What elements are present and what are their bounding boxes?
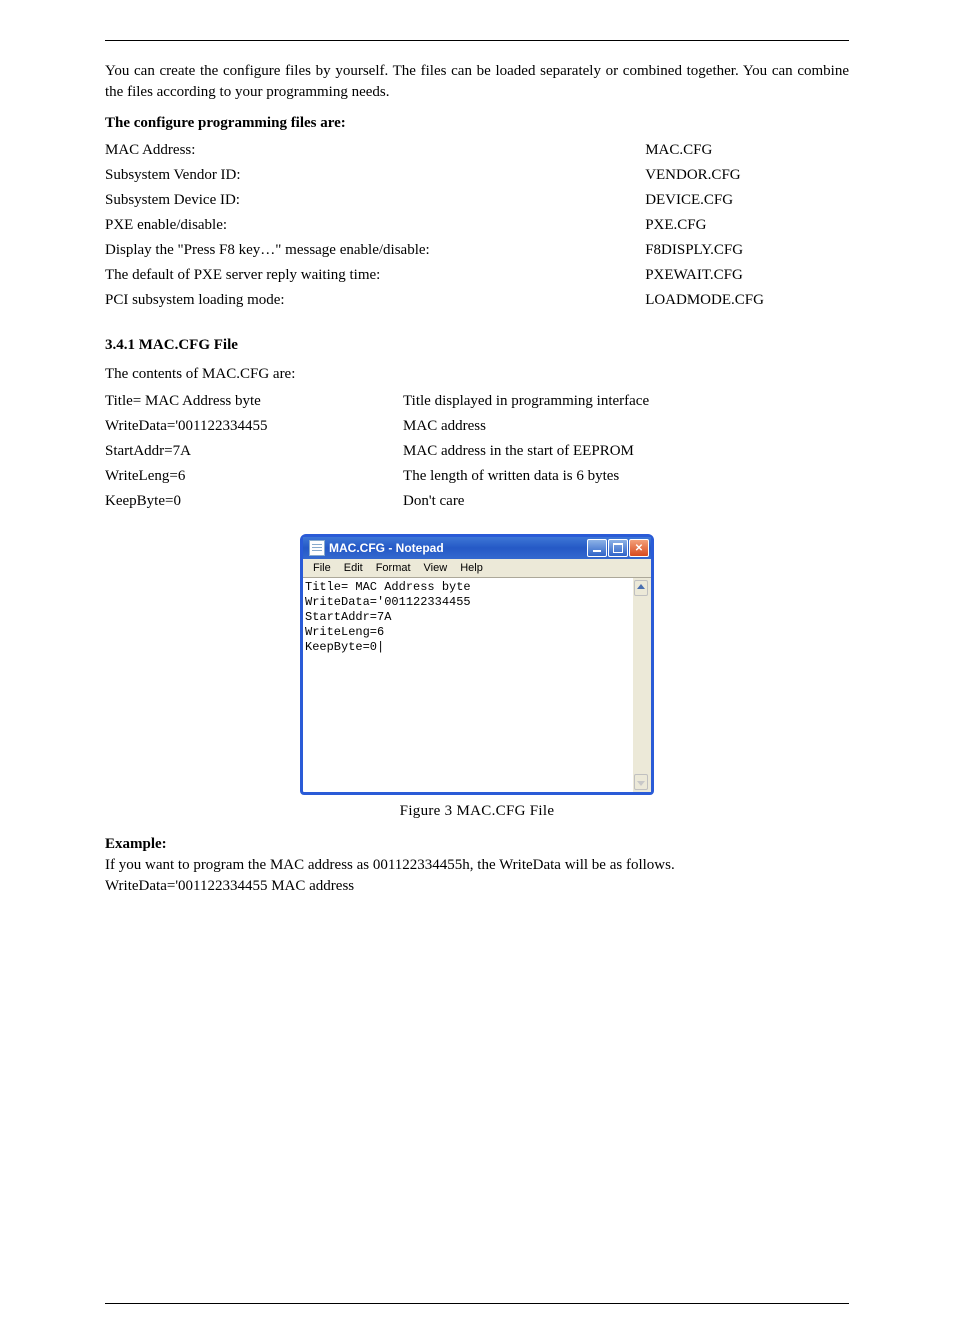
example-label: Example: bbox=[105, 834, 849, 855]
field-key: Title= MAC Address byte bbox=[105, 389, 403, 414]
figure-caption: Figure 3 MAC.CFG File bbox=[105, 803, 849, 820]
field-key: StartAddr=7A bbox=[105, 439, 403, 464]
field-desc: The length of written data is 6 bytes bbox=[403, 464, 849, 489]
menu-file[interactable]: File bbox=[307, 561, 337, 575]
editor-textarea[interactable]: Title= MAC Address byte WriteData='00112… bbox=[303, 578, 651, 792]
close-button[interactable] bbox=[629, 539, 649, 557]
table-row: The default of PXE server reply waiting … bbox=[105, 263, 849, 288]
table-row: WriteData='001122334455MAC address bbox=[105, 414, 849, 439]
field-desc: MAC address in the start of EEPROM bbox=[403, 439, 849, 464]
scroll-up-button[interactable] bbox=[634, 580, 648, 596]
field-desc: MAC address bbox=[403, 414, 849, 439]
field-key: WriteLeng=6 bbox=[105, 464, 403, 489]
fields-table: Title= MAC Address byteTitle displayed i… bbox=[105, 389, 849, 514]
document-icon bbox=[309, 540, 325, 556]
cfg-val: VENDOR.CFG bbox=[645, 163, 849, 188]
table-row: Title= MAC Address byteTitle displayed i… bbox=[105, 389, 849, 414]
table-row: MAC Address:MAC.CFG bbox=[105, 138, 849, 163]
cfg-val: MAC.CFG bbox=[645, 138, 849, 163]
menubar: File Edit Format View Help bbox=[303, 559, 651, 578]
maximize-button[interactable] bbox=[608, 539, 628, 557]
cfg-val: DEVICE.CFG bbox=[645, 188, 849, 213]
titlebar[interactable]: MAC.CFG - Notepad bbox=[303, 537, 651, 559]
cfg-val: PXEWAIT.CFG bbox=[645, 263, 849, 288]
table-row: Subsystem Vendor ID:VENDOR.CFG bbox=[105, 163, 849, 188]
cfg-files-label: The configure programming files are: bbox=[105, 115, 849, 132]
close-icon bbox=[635, 543, 643, 554]
cfg-val: F8DISPLY.CFG bbox=[645, 238, 849, 263]
field-key: KeepByte=0 bbox=[105, 489, 403, 514]
menu-edit[interactable]: Edit bbox=[338, 561, 369, 575]
field-key: WriteData='001122334455 bbox=[105, 414, 403, 439]
example-value: WriteData='001122334455 MAC address bbox=[105, 876, 849, 897]
cfg-val: PXE.CFG bbox=[645, 213, 849, 238]
table-row: WriteLeng=6The length of written data is… bbox=[105, 464, 849, 489]
maximize-icon bbox=[613, 543, 623, 553]
field-desc: Don't care bbox=[403, 489, 849, 514]
cfg-files-table: MAC Address:MAC.CFG Subsystem Vendor ID:… bbox=[105, 138, 849, 313]
cfg-key: Subsystem Device ID: bbox=[105, 188, 645, 213]
fields-label: The contents of MAC.CFG are: bbox=[105, 366, 849, 383]
menu-format[interactable]: Format bbox=[370, 561, 417, 575]
minimize-button[interactable] bbox=[587, 539, 607, 557]
table-row: PCI subsystem loading mode:LOADMODE.CFG bbox=[105, 288, 849, 313]
cfg-key: The default of PXE server reply waiting … bbox=[105, 263, 645, 288]
window-title: MAC.CFG - Notepad bbox=[329, 541, 444, 555]
example-text: If you want to program the MAC address a… bbox=[105, 855, 849, 876]
table-row: KeepByte=0Don't care bbox=[105, 489, 849, 514]
intro: You can create the configure files by yo… bbox=[105, 61, 849, 103]
cfg-key: Subsystem Vendor ID: bbox=[105, 163, 645, 188]
cfg-key: Display the "Press F8 key…" message enab… bbox=[105, 238, 645, 263]
cfg-key: PCI subsystem loading mode: bbox=[105, 288, 645, 313]
cfg-val: LOADMODE.CFG bbox=[645, 288, 849, 313]
table-row: Display the "Press F8 key…" message enab… bbox=[105, 238, 849, 263]
menu-help[interactable]: Help bbox=[454, 561, 489, 575]
notepad-window: MAC.CFG - Notepad File Edit Format View … bbox=[300, 534, 654, 795]
cfg-key: PXE enable/disable: bbox=[105, 213, 645, 238]
field-desc: Title displayed in programming interface bbox=[403, 389, 849, 414]
scroll-down-button[interactable] bbox=[634, 774, 648, 790]
bottom-rule bbox=[105, 1303, 849, 1304]
section-heading: 3.4.1 MAC.CFG File bbox=[105, 337, 849, 354]
cfg-key: MAC Address: bbox=[105, 138, 645, 163]
table-row: PXE enable/disable:PXE.CFG bbox=[105, 213, 849, 238]
minimize-icon bbox=[593, 550, 601, 552]
table-row: StartAddr=7AMAC address in the start of … bbox=[105, 439, 849, 464]
table-row: Subsystem Device ID:DEVICE.CFG bbox=[105, 188, 849, 213]
menu-view[interactable]: View bbox=[418, 561, 454, 575]
